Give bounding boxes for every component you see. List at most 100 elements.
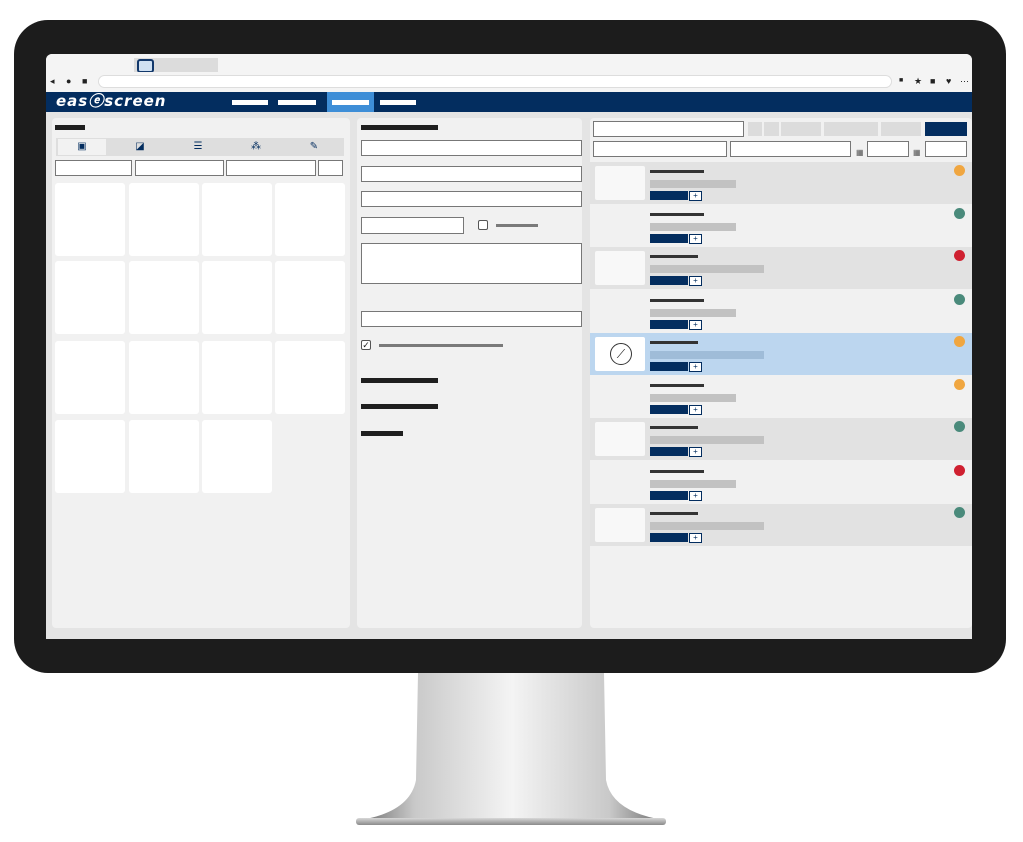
form-field-1[interactable] [361, 140, 582, 156]
checkbox-2-label [379, 344, 503, 347]
list-search-input[interactable] [593, 121, 744, 137]
star-icon[interactable]: ★ [914, 76, 922, 86]
puzzle-icon[interactable]: ■ [930, 76, 935, 86]
tile-card[interactable] [55, 261, 125, 334]
share-icon[interactable]: ⁂ [232, 139, 280, 155]
status-dot-icon [954, 379, 965, 390]
list-filter-input-2[interactable] [730, 141, 851, 157]
list-tool-button-2[interactable] [764, 122, 779, 136]
form-checkbox-2-checked[interactable]: ✓ [361, 340, 371, 350]
tile-card[interactable] [129, 261, 199, 334]
browser-tab-strip [46, 54, 972, 73]
form-field-4[interactable] [361, 217, 464, 234]
status-dot-icon [954, 208, 965, 219]
item-tag [650, 533, 688, 542]
list-item[interactable]: + [590, 504, 972, 546]
home-icon[interactable]: ■ [82, 76, 87, 86]
view-toolbar: ▣ ◪ ☰ ⁂ ✎ [56, 138, 344, 156]
add-tag-icon[interactable]: + [689, 362, 702, 372]
form-field-2[interactable] [361, 166, 582, 182]
filter-input-1[interactable] [55, 160, 132, 176]
tool-icon[interactable]: ✎ [290, 139, 338, 155]
status-dot-icon [954, 336, 965, 347]
list-primary-button[interactable] [925, 122, 967, 136]
item-thumbnail [595, 466, 645, 500]
item-tag [650, 234, 688, 243]
item-thumbnail [595, 295, 645, 329]
tile-card[interactable] [202, 341, 272, 414]
filter-input-4[interactable] [318, 160, 343, 176]
item-thumbnail [595, 209, 645, 243]
list-tool-button-3[interactable] [781, 122, 821, 136]
back-icon[interactable]: ◂ [50, 76, 55, 86]
checkbox-1-label [496, 224, 538, 227]
add-tag-icon[interactable]: + [689, 320, 702, 330]
add-tag-icon[interactable]: + [689, 234, 702, 244]
list-tool-button-1[interactable] [748, 122, 762, 136]
form-panel: ✓ [357, 118, 582, 628]
form-field-5[interactable] [361, 311, 582, 327]
date-from-input[interactable] [867, 141, 909, 157]
add-tag-icon[interactable]: + [689, 191, 702, 201]
list-item[interactable]: + [590, 162, 972, 204]
tile-card[interactable] [275, 341, 345, 414]
url-field[interactable] [98, 75, 892, 88]
menu-icon[interactable]: ⋯ [960, 76, 969, 86]
filter-input-3[interactable] [226, 160, 316, 176]
nav-tab-3-active[interactable] [327, 92, 374, 112]
compass-icon: ⟋ [610, 343, 632, 365]
status-dot-icon [954, 294, 965, 305]
add-tag-icon[interactable]: + [689, 447, 702, 457]
date-to-input[interactable] [925, 141, 967, 157]
add-tag-icon[interactable]: + [689, 491, 702, 501]
list-item[interactable]: + [590, 376, 972, 418]
list-item[interactable]: + [590, 291, 972, 333]
list-tool-button-4[interactable] [824, 122, 878, 136]
tile-card[interactable] [55, 341, 125, 414]
list-item[interactable]: + [590, 462, 972, 504]
calendar-icon[interactable]: ▦ [913, 148, 921, 158]
status-dot-icon [954, 465, 965, 476]
item-tag [650, 320, 688, 329]
tile-card[interactable] [202, 420, 272, 493]
list-tool-button-5[interactable] [881, 122, 921, 136]
list-item-selected[interactable]: ⟋ + [590, 333, 972, 375]
forward-icon[interactable]: ● [66, 76, 71, 86]
nav-tab-4[interactable] [380, 96, 416, 108]
item-tag [650, 447, 688, 456]
tile-card[interactable] [129, 183, 199, 256]
status-dot-icon [954, 165, 965, 176]
section-heading-1 [361, 378, 438, 383]
chart-icon[interactable]: ◪ [116, 139, 164, 155]
section-heading-3 [361, 431, 403, 436]
heart-icon[interactable]: ♥ [946, 76, 951, 86]
list-filter-input-1[interactable] [593, 141, 727, 157]
tile-card[interactable] [275, 183, 345, 256]
tile-card[interactable] [202, 261, 272, 334]
tile-card[interactable] [129, 341, 199, 414]
list-icon[interactable]: ☰ [174, 139, 222, 155]
add-tag-icon[interactable]: + [689, 533, 702, 543]
add-tag-icon[interactable]: + [689, 405, 702, 415]
filter-input-2[interactable] [135, 160, 224, 176]
tile-card[interactable] [55, 183, 125, 256]
nav-tab-2[interactable] [278, 96, 316, 108]
form-field-3[interactable] [361, 191, 582, 207]
form-textarea[interactable] [361, 243, 582, 284]
tile-card[interactable] [275, 261, 345, 334]
tile-card[interactable] [55, 420, 125, 493]
calendar-icon[interactable]: ▦ [856, 148, 864, 158]
tile-card[interactable] [202, 183, 272, 256]
import-icon[interactable]: ▣ [58, 139, 106, 155]
list-item[interactable]: + [590, 205, 972, 247]
list-item[interactable]: + [590, 418, 972, 460]
add-tag-icon[interactable]: + [689, 276, 702, 286]
nav-tab-1[interactable] [232, 96, 268, 108]
browser-address-bar: ◂ ● ■ ■ ★ ■ ♥ ⋯ [46, 72, 972, 93]
form-checkbox-1[interactable] [478, 220, 488, 230]
extension-icon[interactable]: ■ [899, 76, 903, 86]
list-item[interactable]: + [590, 247, 972, 289]
form-title [361, 125, 438, 130]
tile-card[interactable] [129, 420, 199, 493]
browser-tab[interactable] [134, 58, 218, 73]
